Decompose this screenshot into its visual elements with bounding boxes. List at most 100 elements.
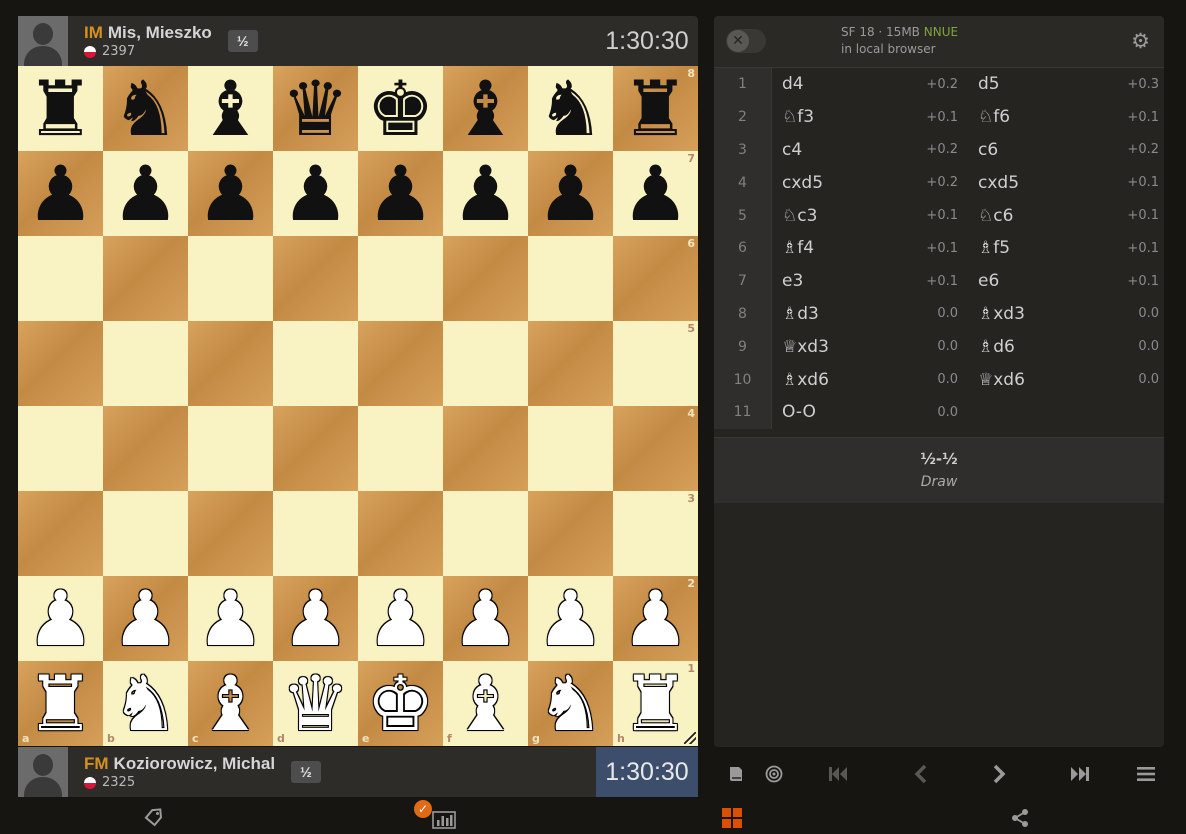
square-e8[interactable]: ♚ bbox=[358, 66, 443, 151]
black-pawn-icon[interactable]: ♟ bbox=[26, 151, 94, 236]
black-move[interactable]: ♕xd6 0.0 bbox=[968, 370, 1164, 390]
black-bishop-icon[interactable]: ♝ bbox=[451, 66, 519, 151]
black-move[interactable]: ♘c6 +0.1 bbox=[968, 206, 1164, 226]
square-g2[interactable]: ♟ bbox=[528, 576, 613, 661]
next-move-icon[interactable] bbox=[984, 752, 1016, 796]
black-king-icon[interactable]: ♚ bbox=[366, 66, 434, 151]
black-move[interactable]: e6 +0.1 bbox=[968, 271, 1164, 291]
square-g1[interactable]: ♞ g bbox=[528, 661, 613, 746]
square-b5[interactable] bbox=[103, 321, 188, 406]
prev-move-icon[interactable] bbox=[904, 752, 936, 796]
square-d4[interactable] bbox=[273, 406, 358, 491]
square-c8[interactable]: ♝ bbox=[188, 66, 273, 151]
black-move[interactable]: ♗xd3 0.0 bbox=[968, 304, 1164, 324]
white-move[interactable]: O-O 0.0 bbox=[772, 402, 968, 422]
square-b4[interactable] bbox=[103, 406, 188, 491]
square-g5[interactable] bbox=[528, 321, 613, 406]
black-move[interactable]: cxd5 +0.1 bbox=[968, 173, 1164, 193]
square-a1[interactable]: ♜ a bbox=[18, 661, 103, 746]
square-e2[interactable]: ♟ bbox=[358, 576, 443, 661]
black-pawn-icon[interactable]: ♟ bbox=[281, 151, 349, 236]
target-icon[interactable] bbox=[758, 752, 790, 796]
square-h3[interactable]: 3 bbox=[613, 491, 698, 576]
white-bishop-icon[interactable]: ♝ bbox=[451, 661, 519, 746]
square-h7[interactable]: ♟ 7 bbox=[613, 151, 698, 236]
square-a5[interactable] bbox=[18, 321, 103, 406]
square-e4[interactable] bbox=[358, 406, 443, 491]
square-a6[interactable] bbox=[18, 236, 103, 321]
white-rook-icon[interactable]: ♜ bbox=[26, 661, 94, 746]
black-pawn-icon[interactable]: ♟ bbox=[536, 151, 604, 236]
square-g7[interactable]: ♟ bbox=[528, 151, 613, 236]
square-b7[interactable]: ♟ bbox=[103, 151, 188, 236]
white-pawn-icon[interactable]: ♟ bbox=[281, 576, 349, 661]
black-move[interactable]: c6 +0.2 bbox=[968, 140, 1164, 160]
square-a4[interactable] bbox=[18, 406, 103, 491]
book-icon[interactable] bbox=[720, 752, 752, 796]
white-knight-icon[interactable]: ♞ bbox=[111, 661, 179, 746]
square-c4[interactable] bbox=[188, 406, 273, 491]
square-f8[interactable]: ♝ bbox=[443, 66, 528, 151]
square-h6[interactable]: 6 bbox=[613, 236, 698, 321]
square-d2[interactable]: ♟ bbox=[273, 576, 358, 661]
square-f1[interactable]: ♝ f bbox=[443, 661, 528, 746]
square-h2[interactable]: ♟ 2 bbox=[613, 576, 698, 661]
white-move[interactable]: ♗d3 0.0 bbox=[772, 304, 968, 324]
square-e6[interactable] bbox=[358, 236, 443, 321]
white-move[interactable]: ♕xd3 0.0 bbox=[772, 337, 968, 357]
square-a3[interactable] bbox=[18, 491, 103, 576]
square-e5[interactable] bbox=[358, 321, 443, 406]
square-f4[interactable] bbox=[443, 406, 528, 491]
last-move-icon[interactable] bbox=[1064, 752, 1096, 796]
black-rook-icon[interactable]: ♜ bbox=[621, 66, 689, 151]
square-d6[interactable] bbox=[273, 236, 358, 321]
square-d5[interactable] bbox=[273, 321, 358, 406]
first-move-icon[interactable] bbox=[822, 752, 854, 796]
black-pawn-icon[interactable]: ♟ bbox=[621, 151, 689, 236]
square-b3[interactable] bbox=[103, 491, 188, 576]
square-c1[interactable]: ♝ c bbox=[188, 661, 273, 746]
square-g8[interactable]: ♞ bbox=[528, 66, 613, 151]
white-move[interactable]: c4 +0.2 bbox=[772, 140, 968, 160]
square-h1[interactable]: ♜ 1 h bbox=[613, 661, 698, 746]
white-pawn-icon[interactable]: ♟ bbox=[536, 576, 604, 661]
hamburger-menu-icon[interactable] bbox=[1130, 752, 1162, 796]
white-pawn-icon[interactable]: ♟ bbox=[366, 576, 434, 661]
engine-toggle[interactable]: ✕ bbox=[726, 29, 766, 53]
board-resize-handle[interactable] bbox=[684, 732, 696, 744]
square-c2[interactable]: ♟ bbox=[188, 576, 273, 661]
white-bishop-icon[interactable]: ♝ bbox=[196, 661, 264, 746]
white-move[interactable]: ♗f4 +0.1 bbox=[772, 238, 968, 258]
white-move[interactable]: cxd5 +0.2 bbox=[772, 173, 968, 193]
black-pawn-icon[interactable]: ♟ bbox=[451, 151, 519, 236]
square-h5[interactable]: 5 bbox=[613, 321, 698, 406]
square-c7[interactable]: ♟ bbox=[188, 151, 273, 236]
grid-icon[interactable] bbox=[722, 808, 742, 828]
square-b6[interactable] bbox=[103, 236, 188, 321]
white-rook-icon[interactable]: ♜ bbox=[621, 661, 689, 746]
square-f5[interactable] bbox=[443, 321, 528, 406]
square-d8[interactable]: ♛ bbox=[273, 66, 358, 151]
square-h4[interactable]: 4 bbox=[613, 406, 698, 491]
black-bishop-icon[interactable]: ♝ bbox=[196, 66, 264, 151]
black-pawn-icon[interactable]: ♟ bbox=[196, 151, 264, 236]
square-b8[interactable]: ♞ bbox=[103, 66, 188, 151]
black-move[interactable]: ♗d6 0.0 bbox=[968, 337, 1164, 357]
black-pawn-icon[interactable]: ♟ bbox=[366, 151, 434, 236]
square-b1[interactable]: ♞ b bbox=[103, 661, 188, 746]
white-pawn-icon[interactable]: ♟ bbox=[451, 576, 519, 661]
square-f7[interactable]: ♟ bbox=[443, 151, 528, 236]
gear-icon[interactable]: ⚙ bbox=[1131, 29, 1150, 53]
white-move[interactable]: ♗xd6 0.0 bbox=[772, 370, 968, 390]
bar-chart-icon[interactable] bbox=[432, 810, 456, 834]
square-e3[interactable] bbox=[358, 491, 443, 576]
square-f6[interactable] bbox=[443, 236, 528, 321]
square-c5[interactable] bbox=[188, 321, 273, 406]
black-move[interactable]: d5 +0.3 bbox=[968, 74, 1164, 94]
black-knight-icon[interactable]: ♞ bbox=[111, 66, 179, 151]
square-f3[interactable] bbox=[443, 491, 528, 576]
black-move[interactable]: ♗f5 +0.1 bbox=[968, 238, 1164, 258]
square-a7[interactable]: ♟ bbox=[18, 151, 103, 236]
white-queen-icon[interactable]: ♛ bbox=[281, 661, 349, 746]
player-name[interactable]: IM Mis, Mieszko bbox=[84, 23, 212, 43]
